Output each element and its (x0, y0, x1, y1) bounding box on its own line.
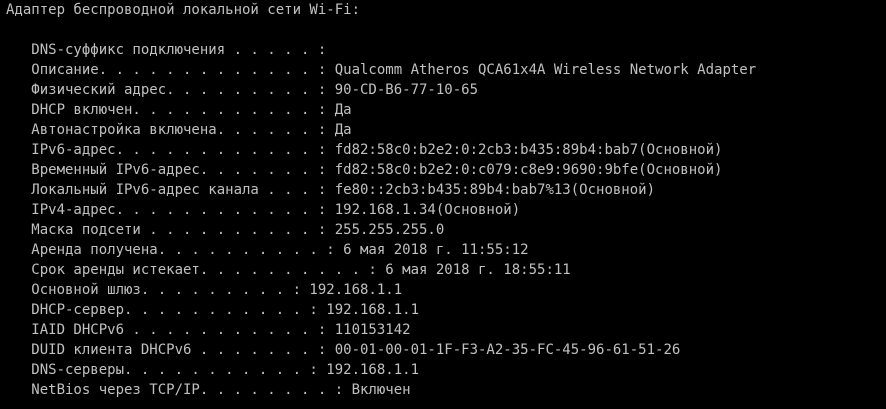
output-line-subnet-mask: Маска подсети . . . . . . . . . . : 255.… (6, 222, 445, 238)
output-line-dhcp-server: DHCP-сервер. . . . . . . . . . . : 192.1… (6, 302, 420, 318)
output-line-dhcp-enabled: DHCP включен. . . . . . . . . . . : Да (6, 102, 352, 118)
adapter-header: Адаптер беспроводной локальной сети Wi-F… (6, 2, 361, 18)
output-line-dns-suffix: DNS-суффикс подключения . . . . . : (6, 42, 327, 58)
output-line-physical-address: Физический адрес. . . . . . . . . : 90-C… (6, 82, 479, 98)
output-line-lease-expires: Срок аренды истекает. . . . . . . . . . … (6, 262, 571, 278)
output-line-lease-obtained: Аренда получена. . . . . . . . . . : 6 м… (6, 242, 529, 258)
output-line-ipv6: IPv6-адрес. . . . . . . . . . . . : fd82… (6, 142, 723, 158)
output-line-netbios: NetBios через TCP/IP. . . . . . . . : Вк… (6, 382, 411, 398)
output-line-default-gateway: Основной шлюз. . . . . . . . . : 192.168… (6, 282, 403, 298)
output-line-ipv4: IPv4-адрес. . . . . . . . . . . . : 192.… (6, 202, 521, 218)
output-line-dns-servers: DNS-серверы. . . . . . . . . . . : 192.1… (6, 362, 420, 378)
console-window[interactable]: Адаптер беспроводной локальной сети Wi-F… (0, 0, 886, 409)
output-line-autoconfig: Автонастройка включена. . . . . . : Да (6, 122, 352, 138)
output-line-link-local-ipv6: Локальный IPv6-адрес канала . . . : fe80… (6, 182, 656, 198)
output-line-description: Описание. . . . . . . . . . . . . : Qual… (6, 62, 757, 78)
output-line-iaid: IAID DHCPv6 . . . . . . . . . . . : 1101… (6, 322, 411, 338)
output-line-duid: DUID клиента DHCPv6 . . . . . . . : 00-0… (6, 342, 681, 358)
output-line-temp-ipv6: Временный IPv6-адрес. . . . . . . : fd82… (6, 162, 723, 178)
